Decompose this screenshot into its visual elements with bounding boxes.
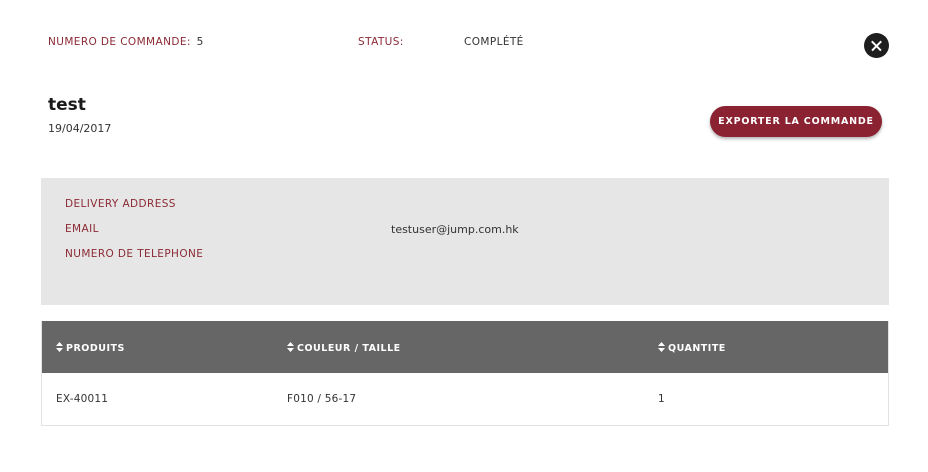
quantity-cell: 1 xyxy=(658,393,665,405)
column-header-label: PRODUITS xyxy=(66,343,125,354)
email-label: EMAIL xyxy=(65,223,99,235)
status-label: STATUS: xyxy=(358,36,404,48)
order-number-value: 5 xyxy=(196,36,204,48)
column-header-products[interactable]: PRODUITS xyxy=(56,342,125,354)
delivery-address-label: DELIVERY ADDRESS xyxy=(65,198,176,210)
order-detail-modal: NUMERO DE COMMANDE: 5 STATUS: COMPLÉTÉ t… xyxy=(0,0,928,472)
order-title: test xyxy=(48,95,86,115)
table-header: PRODUITS COULEUR / TAILLE QUANTITE xyxy=(42,321,888,373)
column-header-label: COULEUR / TAILLE xyxy=(297,343,401,354)
customer-info-panel: DELIVERY ADDRESS EMAIL testuser@jump.com… xyxy=(41,178,889,305)
order-date: 19/04/2017 xyxy=(48,122,112,135)
color-size-cell: F010 / 56-17 xyxy=(287,393,357,405)
status-value: COMPLÉTÉ xyxy=(464,36,524,48)
phone-label: NUMERO DE TELEPHONE xyxy=(65,248,204,260)
products-table: PRODUITS COULEUR / TAILLE QUANTITE EX-40… xyxy=(41,321,889,426)
sort-icon xyxy=(658,342,665,352)
column-header-label: QUANTITE xyxy=(668,343,726,354)
sort-icon xyxy=(56,342,63,352)
product-cell: EX-40011 xyxy=(56,393,109,405)
close-icon[interactable] xyxy=(864,33,889,58)
email-value: testuser@jump.com.hk xyxy=(391,223,519,236)
sort-icon xyxy=(287,342,294,352)
table-row[interactable]: EX-40011 F010 / 56-17 1 xyxy=(42,373,888,425)
column-header-quantity[interactable]: QUANTITE xyxy=(658,342,726,354)
export-order-button[interactable]: EXPORTER LA COMMANDE xyxy=(710,106,882,137)
column-header-color-size[interactable]: COULEUR / TAILLE xyxy=(287,342,401,354)
order-number: NUMERO DE COMMANDE: 5 xyxy=(48,36,204,48)
order-number-label: NUMERO DE COMMANDE: xyxy=(48,36,191,48)
